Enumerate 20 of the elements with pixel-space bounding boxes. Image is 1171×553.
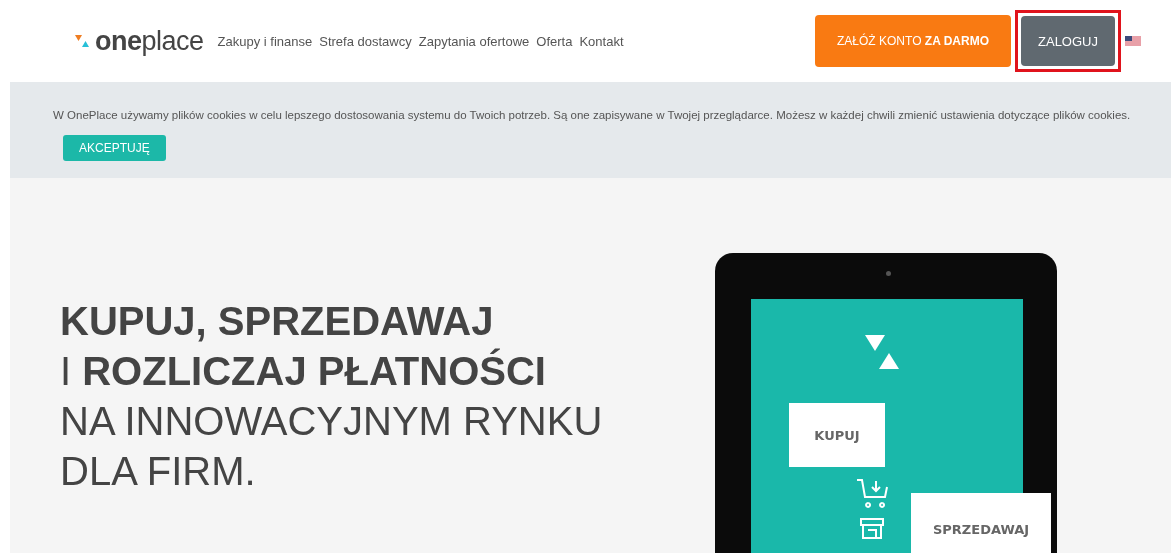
speech-bubble: KUPUJ [789,403,885,467]
headline-line: NA INNOWACYJNYM RYNKU [60,398,604,445]
flag-icon[interactable] [1125,36,1141,46]
logo-text: oneplace [95,25,204,57]
shop-icon [859,517,885,539]
speech-bubble: SPRZEDAWAJ [911,493,1051,553]
logo-icon [865,335,899,369]
login-button[interactable]: ZALOGUJ [1021,16,1115,66]
cart-icon [855,477,891,511]
nav-link[interactable]: Oferta [536,33,573,49]
headline-line: KUPUJ, SPRZEDAWAJ [60,298,495,345]
logo-icon [75,34,89,48]
nav-link[interactable]: Kontakt [579,33,624,49]
nav-link[interactable]: Strefa dostawcy [319,33,412,49]
logo[interactable]: oneplace [75,25,204,57]
cookie-notice: W OnePlace używamy plików cookies w celu lepszego dostosowania systemu do Twoich potrzeb. Są one zapisywane w Twojej przeglądarce. Możesz w każdej chwili zmienić ustawienia dotyczące plików cookies. [53,109,1131,121]
nav-link[interactable]: Zakupy i finanse [217,33,313,49]
headline-line: DLA FIRM. [60,448,257,495]
headline-line: I ROZLICZAJ PŁATNOŚCI [60,347,547,395]
nav-link[interactable]: Zapytania ofertowe [418,33,530,49]
